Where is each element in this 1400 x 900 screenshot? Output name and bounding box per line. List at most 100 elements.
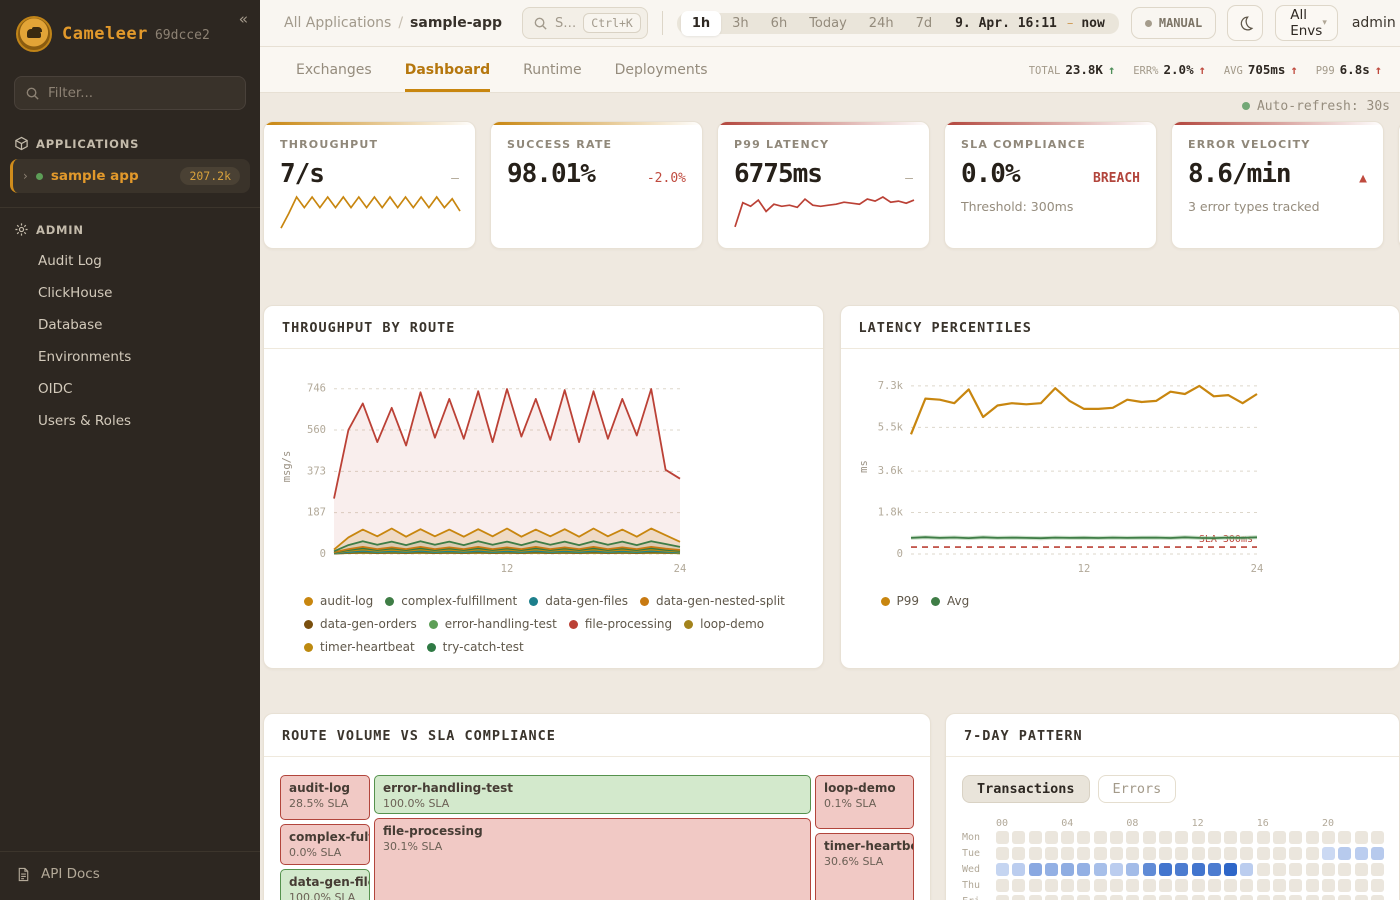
heatmap-cell[interactable] <box>1289 879 1302 892</box>
heatmap-cell[interactable] <box>1224 879 1237 892</box>
range-button-7d[interactable]: 7d <box>905 11 944 36</box>
heatmap-cell[interactable] <box>1371 847 1384 860</box>
heatmap-cell[interactable] <box>1322 847 1335 860</box>
heatmap-cell[interactable] <box>1338 895 1351 900</box>
heatmap-cell[interactable] <box>1175 863 1188 876</box>
heatmap-cell[interactable] <box>1224 895 1237 900</box>
sidebar-item-clickhouse[interactable]: ClickHouse <box>0 277 260 309</box>
heatmap-cell[interactable] <box>1126 879 1139 892</box>
legend-item-file-processing[interactable]: file-processing <box>569 617 672 631</box>
heatmap-cell[interactable] <box>1061 847 1074 860</box>
heatmap-cell[interactable] <box>1240 847 1253 860</box>
heatmap-cell[interactable] <box>1045 863 1058 876</box>
heatmap-cell[interactable] <box>1208 847 1221 860</box>
heatmap-cell[interactable] <box>1029 879 1042 892</box>
heatmap-cell[interactable] <box>1029 895 1042 900</box>
sidebar-collapse-icon[interactable]: « <box>239 10 248 28</box>
legend-item-data-gen-files[interactable]: data-gen-files <box>529 594 628 608</box>
heatmap-cell[interactable] <box>1143 847 1156 860</box>
manual-refresh-button[interactable]: MANUAL <box>1131 7 1216 39</box>
legend-item-audit-log[interactable]: audit-log <box>304 594 373 608</box>
chevron-right-icon[interactable]: › <box>23 169 28 183</box>
heatmap-cell[interactable] <box>1257 863 1270 876</box>
heatmap-cell[interactable] <box>1355 831 1368 844</box>
heatmap-cell[interactable] <box>1257 831 1270 844</box>
heatmap-cell[interactable] <box>1273 895 1286 900</box>
legend-item-P99[interactable]: P99 <box>881 594 920 608</box>
heatmap-cell[interactable] <box>1306 847 1319 860</box>
heatmap-cell[interactable] <box>1322 863 1335 876</box>
heatmap-cell[interactable] <box>1371 831 1384 844</box>
legend-item-try-catch-test[interactable]: try-catch-test <box>427 640 524 654</box>
heatmap-cell[interactable] <box>1338 863 1351 876</box>
sidebar-item-oidc[interactable]: OIDC <box>0 373 260 405</box>
heatmap-cell[interactable] <box>1110 895 1123 900</box>
heatmap-cell[interactable] <box>1192 895 1205 900</box>
heatmap-cell[interactable] <box>1143 879 1156 892</box>
legend-item-error-handling-test[interactable]: error-handling-test <box>429 617 557 631</box>
global-search-input[interactable]: S… Ctrl+K <box>522 7 648 39</box>
heatmap-cell[interactable] <box>1094 847 1107 860</box>
heatmap-cell[interactable] <box>1143 831 1156 844</box>
heatmap-cell[interactable] <box>1012 847 1025 860</box>
heatmap-cell[interactable] <box>1143 895 1156 900</box>
heatmap-cell[interactable] <box>1159 879 1172 892</box>
heatmap-cell[interactable] <box>1240 879 1253 892</box>
heatmap-cell[interactable] <box>1371 863 1384 876</box>
heatmap-cell[interactable] <box>1289 895 1302 900</box>
user-menu[interactable]: admin <box>1352 15 1396 31</box>
heatmap-cell[interactable] <box>1159 863 1172 876</box>
treemap-box-complex-fulfil-[interactable]: complex-fulfil…0.0% SLA <box>280 824 370 865</box>
heatmap-cell[interactable] <box>1029 847 1042 860</box>
sidebar-item-api-docs[interactable]: API Docs <box>0 851 260 900</box>
heatmap-cell[interactable] <box>1029 863 1042 876</box>
heatmap-cell[interactable] <box>996 847 1009 860</box>
legend-item-complex-fulfillment[interactable]: complex-fulfillment <box>385 594 517 608</box>
heatmap-cell[interactable] <box>1224 847 1237 860</box>
sidebar-item-sample-app[interactable]: › sample app 207.2k <box>10 159 250 193</box>
heatmap-cell[interactable] <box>1045 831 1058 844</box>
heatmap-cell[interactable] <box>1094 863 1107 876</box>
heatmap-cell[interactable] <box>1273 847 1286 860</box>
sidebar-filter-input[interactable]: Filter... <box>14 76 246 110</box>
heatmap-cell[interactable] <box>1322 831 1335 844</box>
tab-exchanges[interactable]: Exchanges <box>296 47 372 92</box>
heatmap-cell[interactable] <box>1045 895 1058 900</box>
heatmap-cell[interactable] <box>1208 831 1221 844</box>
legend-item-loop-demo[interactable]: loop-demo <box>684 617 764 631</box>
heatmap-cell[interactable] <box>1257 895 1270 900</box>
heatmap-cell[interactable] <box>1077 831 1090 844</box>
heatmap-cell[interactable] <box>1208 863 1221 876</box>
heatmap-cell[interactable] <box>1306 863 1319 876</box>
heatmap-cell[interactable] <box>1273 879 1286 892</box>
heatmap-cell[interactable] <box>1126 831 1139 844</box>
heatmap-cell[interactable] <box>1175 879 1188 892</box>
heatmap-cell[interactable] <box>1273 831 1286 844</box>
heatmap-cell[interactable] <box>1077 847 1090 860</box>
heatmap-cell[interactable] <box>1061 831 1074 844</box>
heatmap-cell[interactable] <box>996 879 1009 892</box>
heatmap-cell[interactable] <box>1110 863 1123 876</box>
heatmap-cell[interactable] <box>1159 847 1172 860</box>
heatmap-cell[interactable] <box>1224 863 1237 876</box>
sidebar-item-environments[interactable]: Environments <box>0 341 260 373</box>
heatmap-cell[interactable] <box>1143 863 1156 876</box>
heatmap-cell[interactable] <box>1208 895 1221 900</box>
heatmap-cell[interactable] <box>1355 879 1368 892</box>
time-range-start[interactable]: 9. Apr. 16:11 <box>943 16 1065 31</box>
tab-dashboard[interactable]: Dashboard <box>405 47 490 92</box>
heatmap-cell[interactable] <box>1192 831 1205 844</box>
heatmap-cell[interactable] <box>1012 831 1025 844</box>
treemap-box-timer-heartbeat[interactable]: timer-heartbeat30.6% SLA <box>815 833 914 900</box>
heatmap-cell[interactable] <box>1355 863 1368 876</box>
heatmap-cell[interactable] <box>1061 863 1074 876</box>
heatmap-cell[interactable] <box>1338 879 1351 892</box>
heatmap-cell[interactable] <box>1355 847 1368 860</box>
treemap-box-file-processing[interactable]: file-processing30.1% SLA <box>374 818 811 900</box>
breadcrumb-all-applications[interactable]: All Applications <box>284 15 391 31</box>
tab-runtime[interactable]: Runtime <box>523 47 581 92</box>
heatmap-cell[interactable] <box>1257 847 1270 860</box>
time-range-end[interactable]: now <box>1075 16 1114 31</box>
treemap-box-audit-log[interactable]: audit-log28.5% SLA <box>280 775 370 820</box>
heatmap-cell[interactable] <box>1159 895 1172 900</box>
